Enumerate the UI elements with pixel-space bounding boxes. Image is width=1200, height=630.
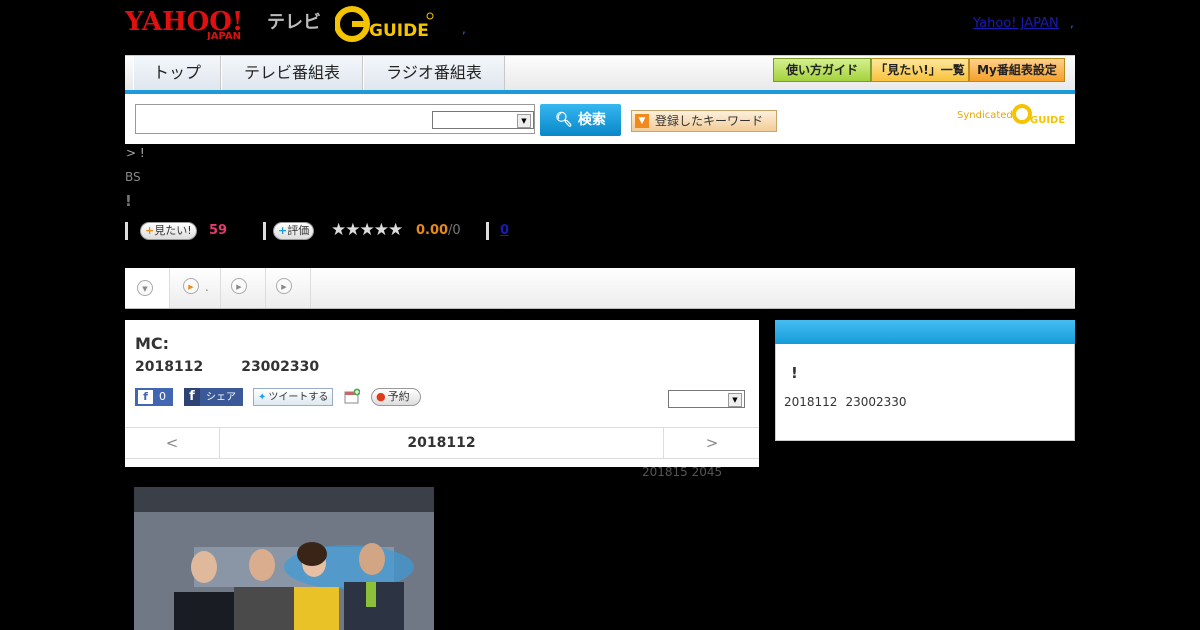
plus-icon: +: [145, 224, 155, 237]
share-label: シェア: [206, 392, 236, 403]
program-time-value: 23002330: [241, 359, 320, 375]
tab-3[interactable]: ▶: [221, 268, 266, 308]
want-button[interactable]: +見たい!: [140, 222, 197, 240]
reserve-button[interactable]: ● 予約: [371, 388, 421, 406]
breadcrumb[interactable]: > !: [126, 146, 145, 160]
tab-2-label: .: [205, 280, 209, 294]
logo-gguide-text: GUIDE: [369, 21, 429, 41]
program-date: 2018112 23002330: [135, 359, 319, 375]
twitter-bird-icon: ✦: [258, 392, 267, 403]
divider: [263, 222, 266, 240]
review-count-link[interactable]: 0: [500, 223, 509, 238]
next-date-button[interactable]: >: [663, 428, 760, 458]
content-tabs: ▼ ▶ . ▶ ▶: [125, 268, 1075, 309]
program-photo: [134, 487, 434, 630]
facebook-like-count: 0: [159, 390, 166, 403]
date-navigation: < 2018112 >: [125, 427, 759, 459]
tab-4[interactable]: ▶: [266, 268, 311, 308]
logo-tv-text: テレビ: [267, 12, 321, 33]
nav-date: 2018112: [407, 435, 476, 451]
chevron-down-icon: ▼: [517, 114, 531, 128]
record-dot-icon: ●: [376, 390, 386, 403]
rating-count: /0: [448, 223, 461, 238]
keyword-button-label: 登録したキーワード: [655, 114, 764, 128]
yahoo-japan-logo[interactable]: YAHOO! JAPAN: [124, 6, 265, 42]
want-button-label: 見たい!: [154, 224, 192, 237]
my-listings-button[interactable]: My番組表設定: [969, 58, 1065, 82]
tab-active[interactable]: ▼: [125, 268, 170, 308]
star-rating: ★★★★★: [331, 220, 403, 240]
rating-value: 0.00: [416, 223, 449, 238]
facebook-like-button[interactable]: f0: [135, 388, 173, 406]
reserve-label: 予約: [387, 390, 410, 403]
gguide-logo[interactable]: GUIDE: [334, 6, 435, 42]
tweet-button[interactable]: ✦ ツイートする: [253, 388, 333, 406]
side-panel-header: [775, 320, 1075, 344]
chevron-down-icon: ▼: [635, 114, 649, 128]
divider: [486, 222, 489, 240]
search-icon: 🔍︎: [555, 112, 573, 128]
global-nav: トップ テレビ番組表 ラジオ番組表 使い方ガイド 「見たい!」一覧 My番組表設…: [125, 55, 1075, 92]
header-dot: ,: [462, 22, 466, 36]
page-title: !: [125, 192, 132, 210]
chevron-down-icon: ▼: [728, 393, 742, 407]
want-list-button[interactable]: 「見たい!」一覧: [871, 58, 969, 82]
side-date-value: 2018112: [784, 395, 838, 409]
registered-keywords-button[interactable]: ▼ 登録したキーワード: [631, 110, 777, 132]
syndicated-logo-text: GUIDE: [1030, 115, 1065, 126]
tweet-label: ツイートする: [268, 392, 329, 403]
updated-timestamp: 201815 2045: [642, 465, 723, 479]
side-panel-title: !: [791, 364, 798, 382]
plus-icon: +: [278, 224, 288, 237]
rate-button-label: 評価: [287, 224, 310, 237]
search-button[interactable]: 🔍︎ 検索: [540, 104, 621, 136]
want-count: 59: [209, 223, 228, 238]
yahoo-japan-link[interactable]: Yahoo! JAPAN: [973, 16, 1059, 31]
facebook-share-button[interactable]: f シェア: [184, 388, 243, 406]
share-select[interactable]: ▼: [668, 390, 745, 408]
search-category-select[interactable]: ▼: [432, 111, 534, 129]
syndicated-label: Syndicated: [957, 110, 1013, 121]
calendar-add-icon[interactable]: [344, 388, 361, 404]
nav-tab-top[interactable]: トップ: [133, 56, 221, 90]
program-date-value: 2018112: [135, 359, 204, 375]
nav-tab-radio-listings[interactable]: ラジオ番組表: [363, 56, 505, 90]
nav-tab-label: ラジオ番組表: [386, 63, 482, 82]
logo-japan-text: JAPAN: [206, 31, 241, 40]
header-dot-right: ,: [1070, 16, 1074, 30]
play-icon: ▶: [231, 278, 247, 294]
nav-tab-tv-listings[interactable]: テレビ番組表: [221, 56, 363, 90]
tab-2[interactable]: ▶ .: [170, 268, 221, 308]
prev-date-button[interactable]: <: [125, 428, 220, 458]
facebook-icon: f: [138, 390, 153, 404]
facebook-icon: f: [184, 388, 200, 406]
search-button-label: 検索: [577, 112, 606, 128]
nav-tab-label: テレビ番組表: [243, 63, 340, 82]
channel-label: BS: [125, 170, 141, 184]
play-icon: ▶: [183, 278, 199, 294]
rate-button[interactable]: +評価: [273, 222, 315, 240]
nav-tab-label: トップ: [152, 63, 201, 82]
side-panel-date: 2018112 23002330: [784, 395, 907, 409]
divider: [125, 222, 128, 240]
syndicated-gguide-logo: GUIDE: [1012, 102, 1067, 126]
play-icon: ▶: [276, 278, 292, 294]
side-time-value: 23002330: [845, 395, 907, 409]
chevron-down-icon: ▼: [137, 280, 153, 296]
guide-button[interactable]: 使い方ガイド: [773, 58, 871, 82]
program-mc: MC:: [135, 334, 170, 353]
